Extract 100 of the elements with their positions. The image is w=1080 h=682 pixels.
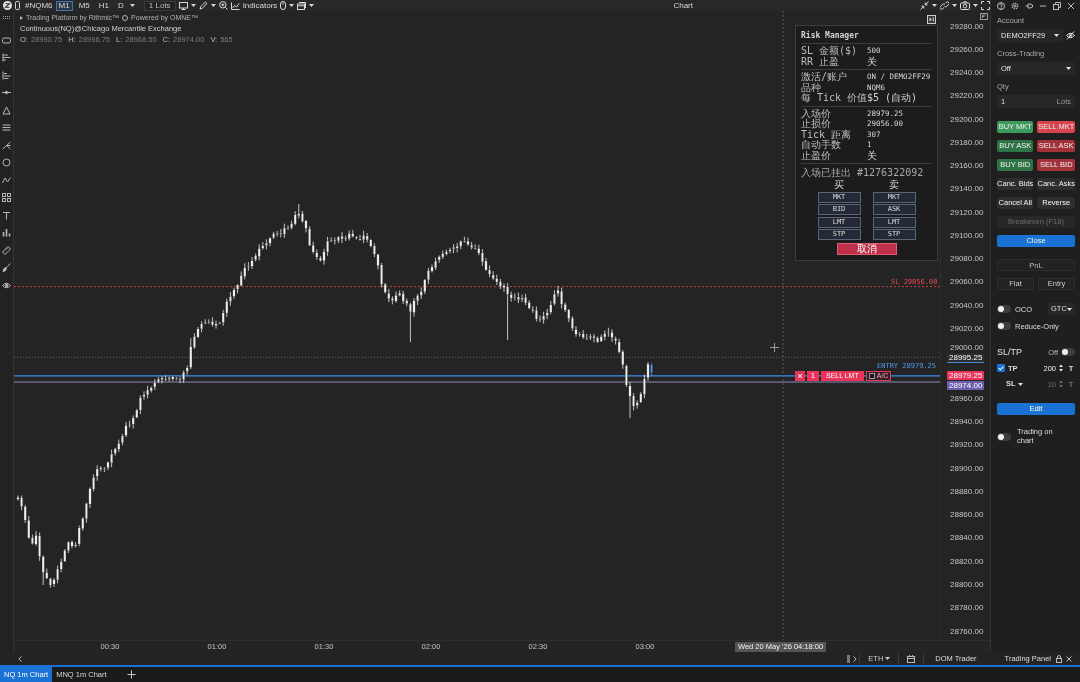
crosshair-cursor-icon <box>770 343 779 352</box>
field-label: RR 止盈 <box>801 56 840 67</box>
field-label: 止盈价 <box>801 150 831 161</box>
price-tick-label: 28900.00 <box>950 463 984 473</box>
pencil-icon[interactable] <box>198 1 208 10</box>
expand-icon[interactable] <box>981 1 990 10</box>
fork-icon[interactable] <box>2 140 11 150</box>
caret-icon[interactable] <box>932 4 937 7</box>
checkbox-icon[interactable] <box>868 372 875 379</box>
settings-icon[interactable] <box>1011 1 1019 10</box>
skip-forward-icon[interactable] <box>927 15 936 24</box>
trading-on-chart-toggle[interactable] <box>997 432 1011 441</box>
price-tick-label: 29080.00 <box>950 254 984 264</box>
window-title: Chart <box>673 1 693 10</box>
field-label: SL 金额($) <box>801 46 859 57</box>
price-tick-label: 29120.00 <box>950 207 984 217</box>
caret-icon[interactable] <box>1017 382 1023 386</box>
field-value: 关 <box>867 150 877 161</box>
timeframe-button[interactable]: M1 <box>55 0 73 11</box>
caret-icon[interactable] <box>1054 34 1059 37</box>
pin-icon[interactable] <box>1025 1 1033 10</box>
timeframe-button[interactable]: M5 <box>75 0 93 11</box>
field-label: 品种 <box>801 82 821 93</box>
price-tick-label: 28820.00 <box>950 556 984 566</box>
shrink-icon[interactable] <box>920 1 929 10</box>
symbol-button[interactable]: #NQM6 <box>25 1 53 10</box>
line-chart-icon <box>230 1 240 10</box>
close-icon[interactable] <box>795 370 805 381</box>
price-tick-label: 29000.00 <box>950 343 984 353</box>
price-tick-label: 28940.00 <box>950 417 984 427</box>
price-tick-label: 28860.00 <box>950 510 984 520</box>
lots-field[interactable]: 1 Lots <box>143 0 176 11</box>
grid-icon[interactable] <box>2 193 11 202</box>
help-icon[interactable] <box>997 1 1005 10</box>
camera-icon[interactable] <box>960 1 970 10</box>
price-tick-label: 29140.00 <box>950 184 984 194</box>
plus-icon[interactable] <box>126 670 136 679</box>
spinner-arrows-icon[interactable] <box>1059 364 1063 372</box>
window-icon[interactable] <box>297 1 307 10</box>
eye-icon[interactable] <box>2 280 11 290</box>
price-tick-label: 28960.00 <box>950 393 984 403</box>
horizontal-bars-icon[interactable] <box>2 53 11 62</box>
entry-price-label: 28979.25 <box>947 371 985 381</box>
text-tool-icon[interactable] <box>2 210 11 220</box>
price-tick-label: 28840.00 <box>950 533 984 543</box>
monitor-icon[interactable] <box>178 1 188 10</box>
close-icon[interactable] <box>1067 1 1075 10</box>
phone-icon[interactable] <box>15 1 20 10</box>
bar-chart-icon[interactable] <box>2 228 11 237</box>
grip-dots-icon[interactable] <box>2 16 11 19</box>
column-header: 卖 <box>889 179 899 190</box>
indicators-button[interactable]: Indicators <box>230 1 278 10</box>
cancel-button[interactable]: 取消 <box>836 243 897 255</box>
caret-icon[interactable] <box>190 4 196 7</box>
restore-icon[interactable] <box>1053 1 1061 10</box>
caret-icon[interactable] <box>129 4 135 7</box>
triangle-icon[interactable] <box>2 105 11 115</box>
timeframe-button[interactable]: H1 <box>95 0 113 11</box>
field-value: 关 <box>867 56 877 67</box>
circle-icon[interactable] <box>2 158 11 167</box>
lock-icon[interactable] <box>1056 654 1062 663</box>
price-tick-label: 29200.00 <box>950 114 984 124</box>
chevron-right-icon[interactable] <box>853 655 858 662</box>
zoom-in-icon[interactable] <box>218 1 228 10</box>
caret-icon[interactable] <box>885 657 891 660</box>
last-price-label: 28995.25 <box>947 352 985 363</box>
framed-square-icon[interactable] <box>980 13 988 20</box>
caret-icon[interactable] <box>309 4 315 7</box>
price-tick-label: 29280.00 <box>950 21 984 31</box>
brush-icon[interactable] <box>2 263 11 272</box>
price-tick-label: 29020.00 <box>950 324 984 333</box>
rounded-rectangle-icon[interactable] <box>2 35 11 45</box>
price-tick-label: 29240.00 <box>950 68 984 78</box>
zigzag-icon[interactable] <box>2 175 11 185</box>
caret-icon[interactable] <box>952 4 957 7</box>
close-icon[interactable] <box>1066 655 1072 662</box>
mouse-icon[interactable] <box>280 1 287 10</box>
timeframe-button[interactable]: D <box>115 0 127 11</box>
link-icon[interactable] <box>940 1 949 10</box>
caret-icon[interactable] <box>973 4 978 7</box>
eye-slash-icon[interactable] <box>1066 31 1075 40</box>
caret-icon[interactable] <box>210 4 216 7</box>
logo-icon[interactable] <box>3 1 12 10</box>
chevron-left-icon[interactable] <box>18 655 22 662</box>
price-tick-label: 28780.00 <box>950 603 984 613</box>
caret-icon[interactable] <box>289 4 295 7</box>
price-tick-label: 28760.00 <box>950 626 984 636</box>
column-header: 买 <box>834 179 844 190</box>
parallel-lines-icon[interactable] <box>2 123 11 132</box>
calendar-icon[interactable] <box>907 654 916 663</box>
price-tick-label: 28800.00 <box>950 579 984 589</box>
ruler-icon[interactable] <box>2 245 11 255</box>
reduce-only-toggle[interactable] <box>997 322 1011 330</box>
price-tick-label: 29040.00 <box>950 300 984 310</box>
oco-toggle[interactable] <box>997 305 1011 313</box>
step-bars-icon[interactable] <box>2 70 11 80</box>
scroll-handle-icon[interactable] <box>847 654 851 663</box>
sl-tp-toggle[interactable] <box>1061 348 1075 356</box>
caret-icon[interactable] <box>1066 67 1071 70</box>
caret-icon[interactable] <box>1067 307 1072 311</box>
